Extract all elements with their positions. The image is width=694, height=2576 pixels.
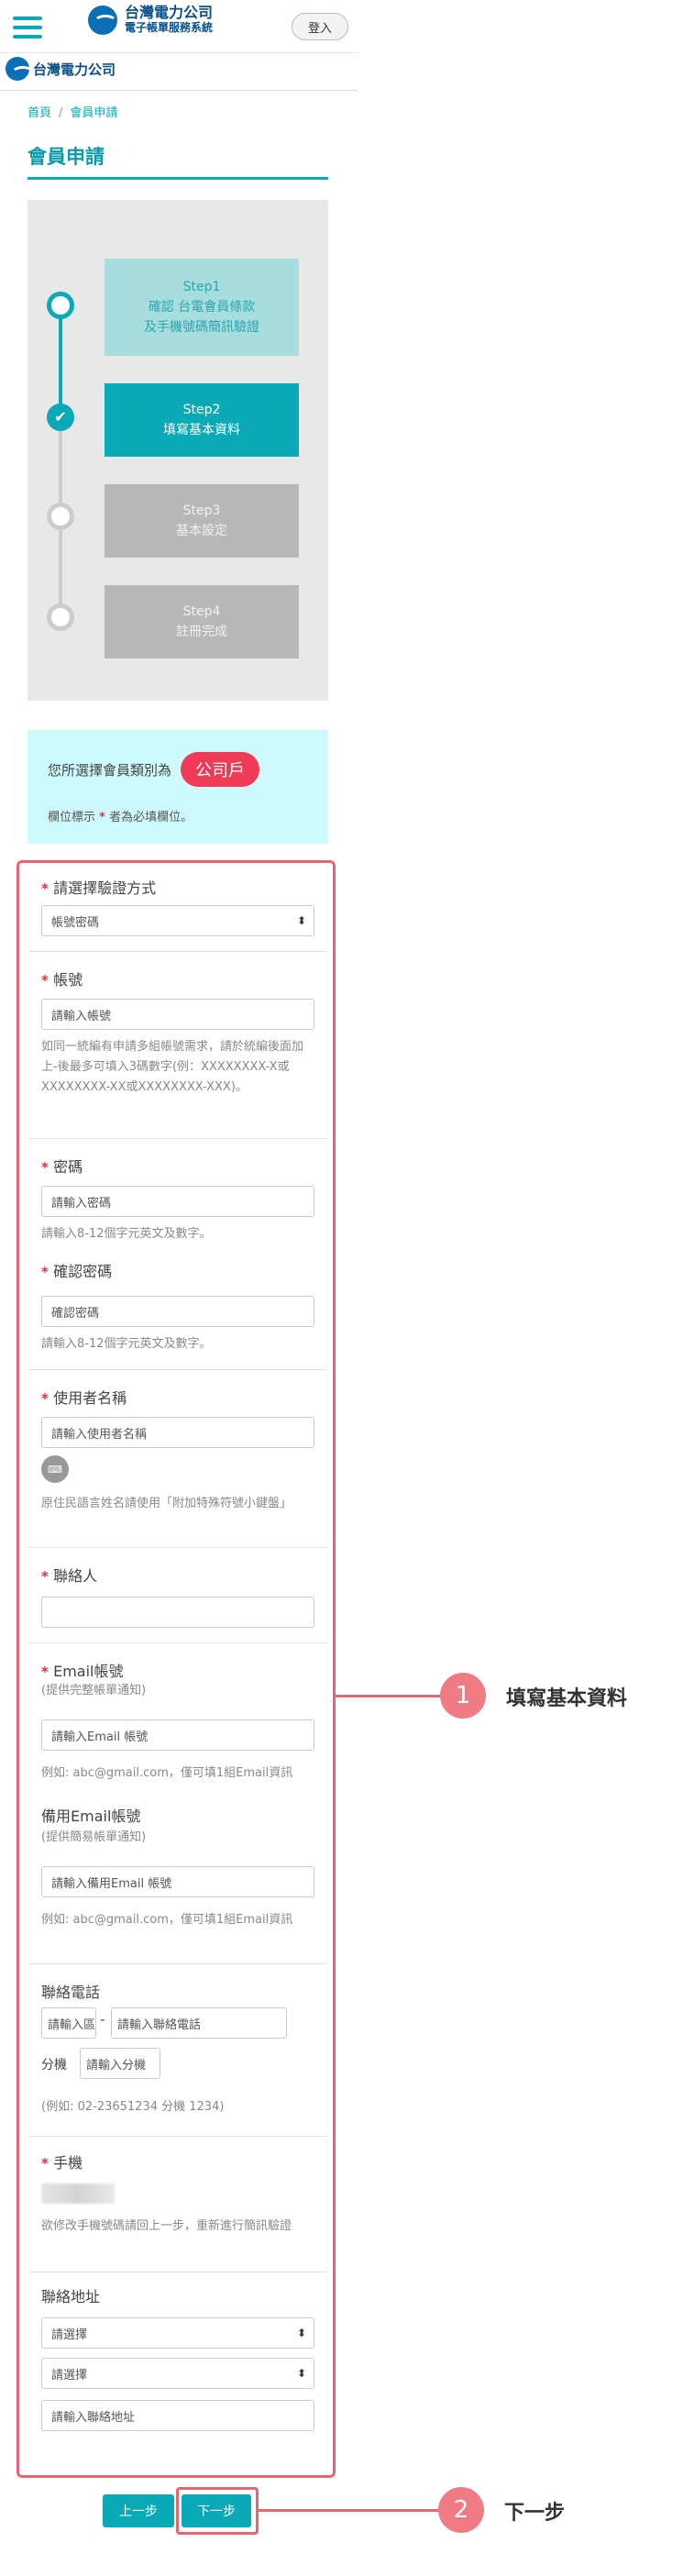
account-input[interactable]: 請輸入帳號	[41, 999, 314, 1030]
login-button[interactable]: 登入	[292, 13, 348, 40]
step1-desc2: 及手機號碼簡訊驗證	[144, 320, 259, 335]
username-label: * 使用者名稱	[41, 1389, 127, 1407]
step3-title: Step3	[182, 503, 221, 518]
site-logo[interactable]: 台灣電力公司 電子帳單服務系統	[88, 6, 213, 35]
email-label: * Email帳號	[41, 1663, 124, 1680]
confirm-password-hint: 請輸入8-12個字元英文及數字。	[41, 1337, 212, 1351]
step2-check-icon: ✔	[47, 404, 74, 431]
divider	[28, 1138, 327, 1139]
backup-email-subtitle: (提供簡易帳單通知)	[41, 1830, 147, 1844]
step3-box: Step3 基本設定	[105, 484, 299, 558]
password-label: * 密碼	[41, 1158, 83, 1176]
password-hint: 請輸入8-12個字元英文及數字。	[41, 1227, 212, 1241]
step2-box: Step2 填寫基本資料	[105, 383, 299, 457]
logo-subtitle: 電子帳單服務系統	[125, 21, 214, 34]
password-input[interactable]: 請輸入密碼	[41, 1186, 314, 1217]
username-hint: 原住民語言姓名請使用「附加特殊符號小鍵盤」	[41, 1497, 292, 1510]
breadcrumb-separator: /	[59, 106, 63, 120]
title-underline	[28, 177, 328, 180]
step3-indicator	[47, 503, 74, 530]
step4-box: Step4 註冊完成	[105, 585, 299, 658]
account-hint: 如同一統編有申請多組帳號需求，請於統編後面加上-後最多可填入3碼數字(例：XXX…	[41, 1040, 304, 1094]
phone-hint: (例如: 02-23651234 分機 1234)	[41, 2100, 225, 2114]
confirm-password-label: * 確認密碼	[41, 1263, 113, 1280]
mobile-hint: 欲修改手機號碼請回上一步，重新進行簡訊驗證	[41, 2219, 292, 2233]
callout-2-line	[259, 2509, 438, 2512]
verify-method-label: * 請選擇驗證方式	[41, 879, 157, 897]
step1-box: Step1 確認 台電會員條款 及手機號碼簡訊驗證	[105, 259, 299, 356]
callout-2-text: 下一步	[504, 2502, 566, 2525]
extension-input[interactable]: 請輸入分機	[80, 2048, 160, 2079]
step1-desc1: 確認 台電會員條款	[148, 300, 256, 315]
callout-1-text: 填寫基本資料	[506, 1687, 628, 1710]
breadcrumb-home[interactable]: 首頁	[28, 106, 51, 120]
divider	[28, 1547, 327, 1548]
taipower-logo-icon	[88, 6, 117, 35]
step-progress: ✔ Step1 確認 台電會員條款 及手機號碼簡訊驗證 Step2 填寫基本資料…	[28, 200, 328, 701]
callout-1-line	[336, 1695, 440, 1697]
address-label: 聯絡地址	[41, 2288, 101, 2305]
phone-dash: -	[100, 2011, 105, 2028]
company-logo-text: 台灣電力公司	[33, 61, 116, 78]
address-input[interactable]: 請輸入聯絡地址	[41, 2400, 314, 2431]
required-note: 欄位標示 * 者為必填欄位。	[48, 807, 193, 824]
confirm-password-input[interactable]: 確認密碼	[41, 1296, 314, 1327]
member-type-prefix: 您所選擇會員類別為	[48, 761, 172, 779]
email-hint: 例如: abc@gmail.com，僅可填1組Email資訊	[41, 1766, 293, 1780]
basic-info-form: * 請選擇驗證方式 帳號密碼 * 帳號 請輸入帳號 如同一統編有申請多組帳號需求…	[17, 860, 336, 2478]
member-type-line: 您所選擇會員類別為 公司戶	[48, 752, 260, 787]
extension-label: 分機	[41, 2058, 67, 2073]
breadcrumb-current[interactable]: 會員申請	[70, 106, 117, 120]
step2-title: Step2	[182, 403, 221, 417]
divider	[28, 1642, 327, 1643]
district-select[interactable]: 請選擇	[41, 2358, 314, 2389]
divider	[28, 2136, 327, 2137]
email-input[interactable]: 請輸入Email 帳號	[41, 1719, 314, 1751]
step4-desc: 註冊完成	[176, 625, 227, 639]
backup-email-hint: 例如: abc@gmail.com，僅可填1組Email資訊	[41, 1913, 293, 1927]
verify-method-select[interactable]: 帳號密碼	[41, 905, 314, 936]
callout-2-badge: 2	[438, 2487, 484, 2533]
required-note-after: 者為必填欄位。	[105, 811, 193, 824]
account-label: * 帳號	[41, 971, 83, 989]
header-divider	[0, 90, 358, 91]
email-subtitle: (提供完整帳單通知)	[41, 1684, 147, 1697]
username-input[interactable]: 請輸入使用者名稱	[41, 1417, 314, 1448]
page-title: 會員申請	[28, 146, 105, 168]
company-logo: 台灣電力公司	[6, 57, 116, 81]
backup-email-input[interactable]: 請輸入備用Email 帳號	[41, 1866, 314, 1897]
top-header: 台灣電力公司 電子帳單服務系統 登入	[0, 0, 358, 53]
step3-desc: 基本設定	[176, 524, 227, 538]
step4-indicator	[47, 603, 74, 631]
mobile-number-masked	[41, 2184, 115, 2204]
divider	[28, 1369, 327, 1370]
logo-name: 台灣電力公司	[125, 4, 214, 21]
breadcrumb: 首頁 / 會員申請	[28, 103, 117, 120]
next-button[interactable]: 下一步	[182, 2494, 251, 2527]
special-keyboard-icon[interactable]: ⌨	[41, 1455, 69, 1483]
divider	[28, 951, 327, 952]
phone-label: 聯絡電話	[41, 1984, 101, 2001]
backup-email-label: 備用Email帳號	[41, 1808, 141, 1825]
contact-person-label: * 聯絡人	[41, 1567, 98, 1585]
menu-icon[interactable]	[13, 17, 42, 39]
mobile-label: * 手機	[41, 2154, 83, 2172]
callout-1-badge: 1	[440, 1673, 486, 1719]
step2-desc: 填寫基本資料	[163, 423, 240, 437]
contact-person-input[interactable]	[41, 1597, 314, 1628]
step4-title: Step4	[182, 604, 221, 619]
divider	[28, 1963, 327, 1964]
prev-button[interactable]: 上一步	[103, 2494, 174, 2527]
required-note-before: 欄位標示	[48, 811, 100, 824]
required-star: *	[99, 811, 105, 824]
city-select[interactable]: 請選擇	[41, 2317, 314, 2349]
member-type-info: 您所選擇會員類別為 公司戶 欄位標示 * 者為必填欄位。	[28, 730, 328, 844]
company-logo-icon	[6, 57, 35, 81]
area-code-input[interactable]: 請輸入區碼	[41, 2007, 96, 2039]
phone-number-input[interactable]: 請輸入聯絡電話	[111, 2007, 287, 2039]
step1-title: Step1	[182, 280, 221, 294]
member-type-badge: 公司戶	[181, 752, 260, 787]
step1-indicator	[47, 292, 74, 319]
